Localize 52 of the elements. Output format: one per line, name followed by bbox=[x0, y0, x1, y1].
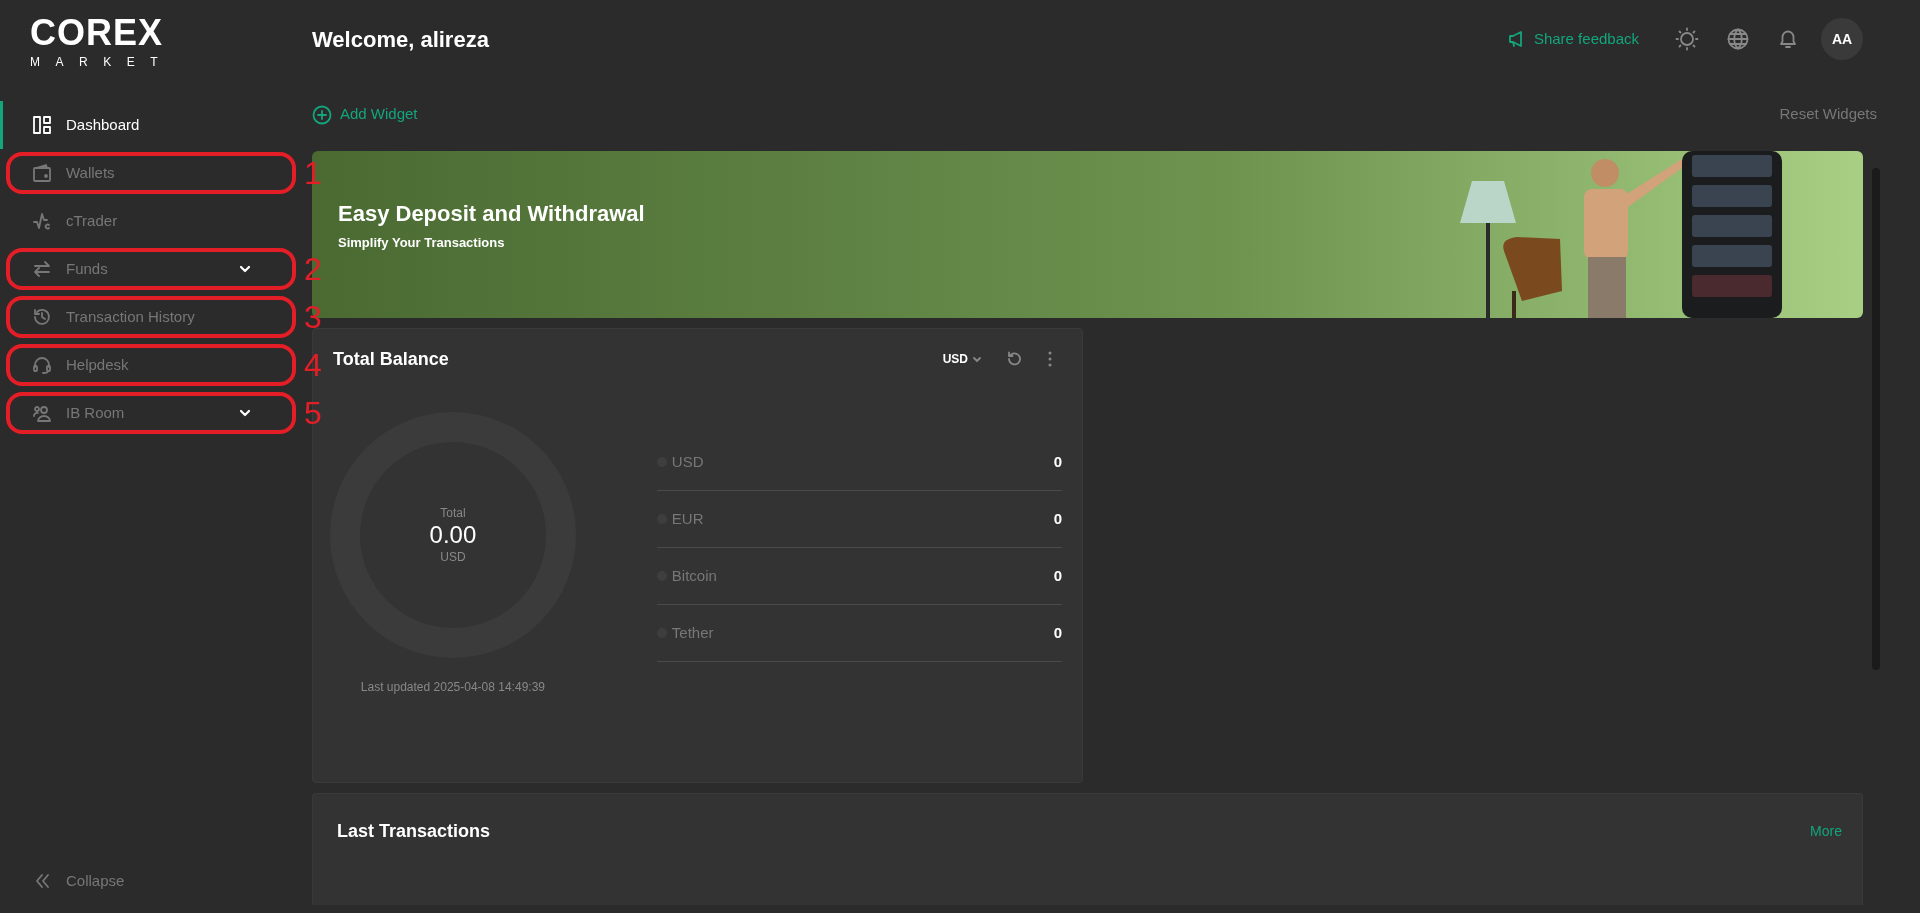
annotation-number: 1 bbox=[304, 157, 322, 189]
add-widget-link[interactable]: Add Widget bbox=[312, 103, 418, 126]
chevron-down-icon bbox=[972, 354, 982, 364]
refresh-button[interactable] bbox=[1006, 351, 1022, 367]
wallet-icon bbox=[32, 163, 52, 183]
bell-icon bbox=[1777, 28, 1799, 50]
total-amount: 0.00 bbox=[429, 521, 477, 549]
total-label: Total bbox=[439, 504, 467, 522]
collapse-button[interactable]: Collapse bbox=[0, 857, 300, 905]
sun-button[interactable] bbox=[1675, 27, 1699, 51]
transfer-icon bbox=[32, 259, 52, 279]
annotation-number: 3 bbox=[304, 301, 322, 333]
asset-value: 0 bbox=[1053, 508, 1062, 529]
annotation-number: 4 bbox=[304, 349, 322, 381]
asset-name: Tether bbox=[671, 622, 714, 643]
globe-icon bbox=[1727, 28, 1749, 50]
currency-dropdown[interactable]: USD bbox=[942, 350, 982, 368]
refresh-icon bbox=[1006, 351, 1022, 367]
card-title: Total Balance bbox=[333, 347, 449, 371]
sidebar-item[interactable]: Dashboard bbox=[0, 101, 300, 149]
logo-wordmark: COREX bbox=[30, 15, 164, 51]
avatar[interactable]: AA bbox=[1821, 18, 1863, 60]
asset-name: EUR bbox=[671, 508, 704, 529]
annotation-number: 2 bbox=[304, 253, 322, 285]
reset-widgets-link[interactable]: Reset Widgets bbox=[1779, 103, 1877, 126]
chart-line-icon bbox=[32, 211, 52, 231]
dashboard-icon bbox=[32, 115, 52, 135]
asset-name: Bitcoin bbox=[671, 565, 717, 586]
kebab-icon bbox=[1048, 351, 1052, 367]
asset-value: 0 bbox=[1053, 622, 1062, 643]
asset-value: 0 bbox=[1053, 565, 1062, 586]
annotation-number: 5 bbox=[304, 397, 322, 429]
banner-subtitle: Simplify Your Transactions bbox=[338, 234, 505, 252]
welcome-title: Welcome, alireza bbox=[312, 25, 489, 54]
banner-title: Easy Deposit and Withdrawal bbox=[338, 200, 645, 228]
logo-tagline: MARKET bbox=[30, 55, 174, 68]
users-icon bbox=[32, 403, 52, 423]
total-unit: USD bbox=[439, 549, 467, 567]
bell-button[interactable] bbox=[1777, 28, 1799, 50]
sidebar-item[interactable]: cTrader bbox=[0, 197, 300, 245]
more-options-button[interactable] bbox=[1048, 351, 1052, 367]
headset-icon bbox=[32, 355, 52, 375]
sun-icon bbox=[1675, 27, 1699, 51]
asset-name: USD bbox=[671, 451, 704, 472]
history-icon bbox=[32, 307, 52, 327]
card-title: Last Transactions bbox=[337, 820, 491, 843]
more-link[interactable]: More bbox=[1810, 821, 1842, 842]
plus-circle-icon bbox=[312, 104, 332, 125]
last-updated-text: Last updated 2025-04-08 14:49:39 bbox=[360, 679, 545, 696]
share-feedback-link[interactable]: Share feedback bbox=[1507, 27, 1639, 51]
asset-value: 0 bbox=[1053, 451, 1062, 472]
globe-button[interactable] bbox=[1727, 28, 1749, 50]
